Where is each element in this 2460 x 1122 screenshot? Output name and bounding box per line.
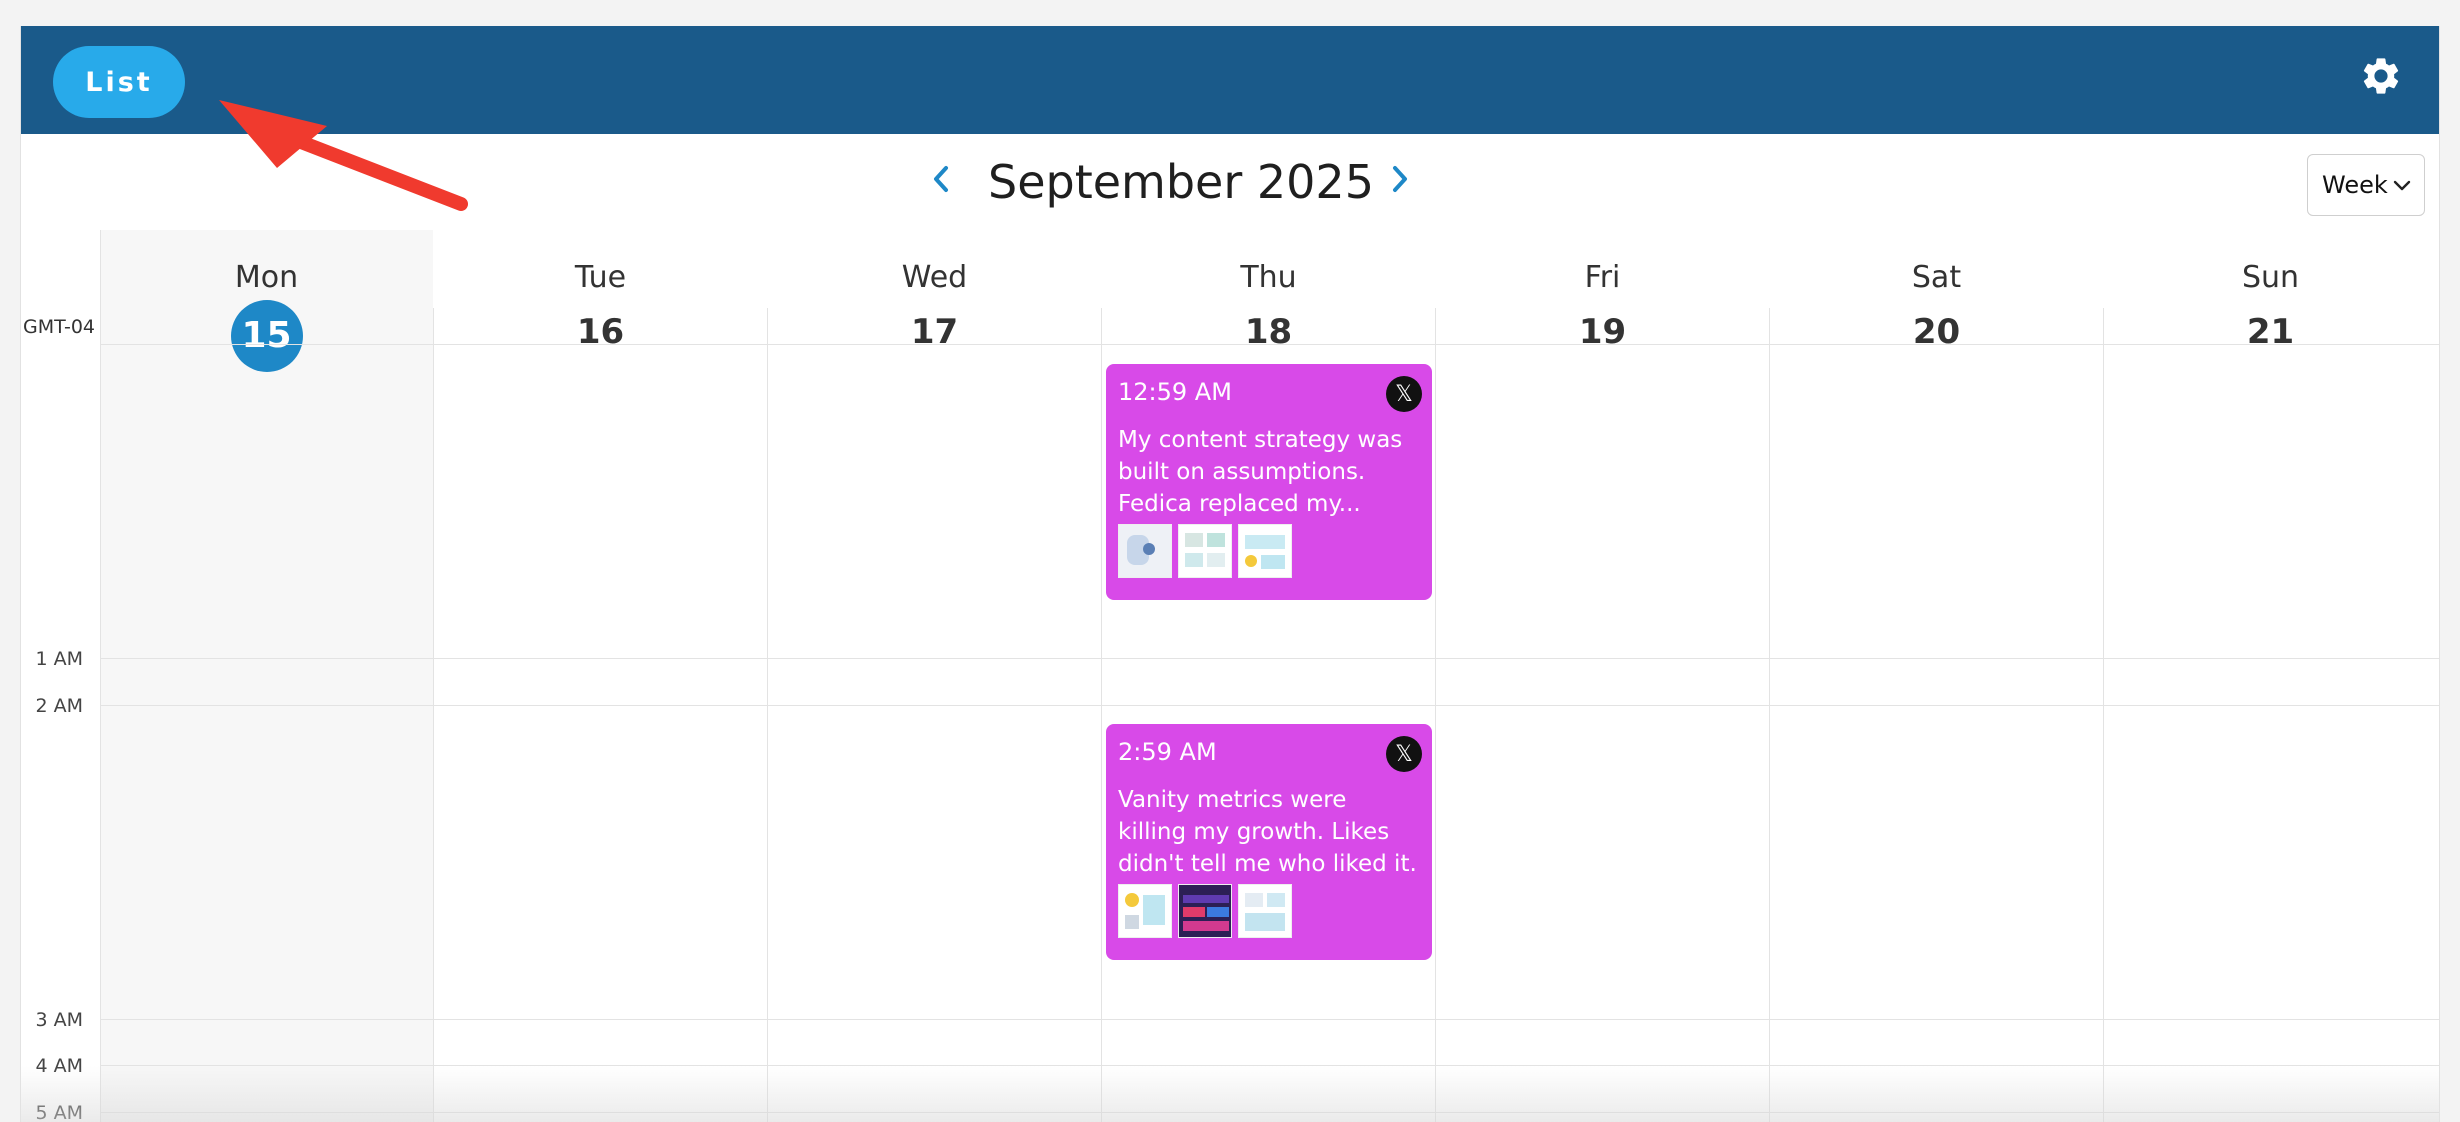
grid-line: [100, 344, 2439, 345]
image-thumbnail: [1238, 524, 1292, 578]
grid-line: [100, 658, 2439, 659]
list-button[interactable]: List: [53, 46, 185, 118]
image-thumbnail: [1178, 524, 1232, 578]
time-label: 1 AM: [35, 648, 83, 670]
day-name: Sat: [1911, 260, 1962, 295]
day-name: Sun: [2241, 260, 2300, 295]
grid-line: [100, 230, 101, 1122]
time-label: 2 AM: [35, 695, 83, 717]
calendar-event[interactable]: 2:59 AM 𝕏 Vanity metrics were killing my…: [1106, 724, 1432, 960]
top-bar: List: [21, 26, 2439, 134]
month-title: September 2025: [988, 155, 1374, 209]
x-logo-icon: 𝕏: [1386, 736, 1422, 772]
grid-line: [100, 705, 2439, 706]
grid-line: [1769, 308, 1770, 1122]
day-header-fri[interactable]: Fri 19: [1436, 230, 1769, 370]
day-number: 17: [910, 312, 959, 352]
day-number: 20: [1912, 312, 1961, 352]
day-name: Fri: [1584, 260, 1621, 295]
timezone-label: GMT-04: [23, 316, 96, 338]
day-number: 16: [576, 312, 625, 352]
calendar-event[interactable]: 12:59 AM 𝕏 My content strategy was built…: [1106, 364, 1432, 600]
grid-line: [100, 1065, 2439, 1066]
day-name: Mon: [234, 260, 299, 295]
image-thumbnail: [1118, 524, 1172, 578]
grid-line: [100, 1112, 2439, 1113]
day-header-sun[interactable]: Sun 21: [2104, 230, 2437, 370]
grid-line: [100, 1019, 2439, 1020]
day-header-wed[interactable]: Wed 17: [768, 230, 1101, 370]
day-name: Tue: [574, 260, 627, 295]
grid-line: [1101, 308, 1102, 1122]
grid-line: [2103, 308, 2104, 1122]
grid-line: [1435, 308, 1436, 1122]
chevron-left-icon[interactable]: [921, 154, 961, 204]
image-thumbnail: [1238, 884, 1292, 938]
image-thumbnail: [1118, 884, 1172, 938]
day-header-tue[interactable]: Tue 16: [434, 230, 767, 370]
event-text: My content strategy was built on assumpt…: [1118, 427, 1403, 517]
media-thumbnails: [1118, 524, 1292, 578]
event-time: 2:59 AM: [1118, 738, 1217, 766]
time-label: 3 AM: [35, 1009, 83, 1031]
event-time: 12:59 AM: [1118, 378, 1232, 406]
chevron-right-icon[interactable]: [1380, 154, 1420, 204]
day-header-mon[interactable]: Mon 15: [100, 230, 433, 372]
view-select-value: Week: [2322, 171, 2388, 199]
today-date-badge: 15: [230, 300, 303, 372]
time-label: 5 AM: [35, 1102, 83, 1122]
grid-line: [767, 308, 768, 1122]
media-thumbnails: [1118, 884, 1292, 938]
event-text: Vanity metrics were killing my growth. L…: [1118, 787, 1417, 877]
day-header-sat[interactable]: Sat 20: [1770, 230, 2103, 370]
time-label: 4 AM: [35, 1055, 83, 1077]
gear-icon[interactable]: [2359, 54, 2403, 98]
day-name: Wed: [901, 260, 968, 295]
view-select[interactable]: Week: [2307, 154, 2425, 216]
day-number: 18: [1244, 312, 1293, 352]
grid-line: [433, 308, 434, 1122]
image-thumbnail: [1178, 884, 1232, 938]
x-logo-icon: 𝕏: [1386, 376, 1422, 412]
calendar-app: List September 2025 Week Mon 15 Tue 16 W…: [20, 26, 2440, 1122]
chevron-down-icon: [2393, 180, 2411, 191]
day-number: 19: [1578, 312, 1627, 352]
day-name: Thu: [1240, 260, 1297, 295]
day-number: 21: [2246, 312, 2295, 352]
day-header-thu[interactable]: Thu 18: [1102, 230, 1435, 370]
